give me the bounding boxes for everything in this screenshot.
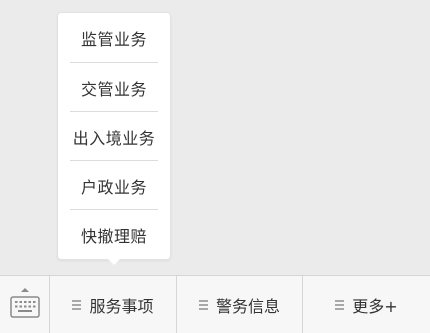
hamburger-icon <box>72 300 82 310</box>
tab-service-items[interactable]: 服务事项 <box>50 276 177 333</box>
tab-label: 警务信息 <box>215 296 280 316</box>
submenu-popup: 监管业务 交管业务 出入境业务 户政业务 快撤理赔 <box>57 12 171 260</box>
submenu-item-kuaichelipei[interactable]: 快撤理赔 <box>70 209 158 259</box>
keyboard-icon <box>10 288 40 318</box>
submenu-item-huzheng[interactable]: 户政业务 <box>70 160 158 210</box>
tab-more[interactable]: 更多+ <box>303 276 430 333</box>
tab-label: 更多+ <box>352 296 398 316</box>
submenu-item-churujing[interactable]: 出入境业务 <box>70 111 158 161</box>
submenu-item-jiaoguan[interactable]: 交管业务 <box>70 62 158 112</box>
tab-label: 服务事项 <box>89 296 154 316</box>
popup-pointer <box>108 259 120 265</box>
bottom-menu-bar: 服务事项 警务信息 更多+ <box>0 275 430 333</box>
tab-police-info[interactable]: 警务信息 <box>177 276 303 333</box>
keyboard-toggle-button[interactable] <box>0 276 50 333</box>
hamburger-icon <box>198 300 208 310</box>
hamburger-icon <box>335 300 345 310</box>
submenu-item-jianguan[interactable]: 监管业务 <box>70 13 158 62</box>
